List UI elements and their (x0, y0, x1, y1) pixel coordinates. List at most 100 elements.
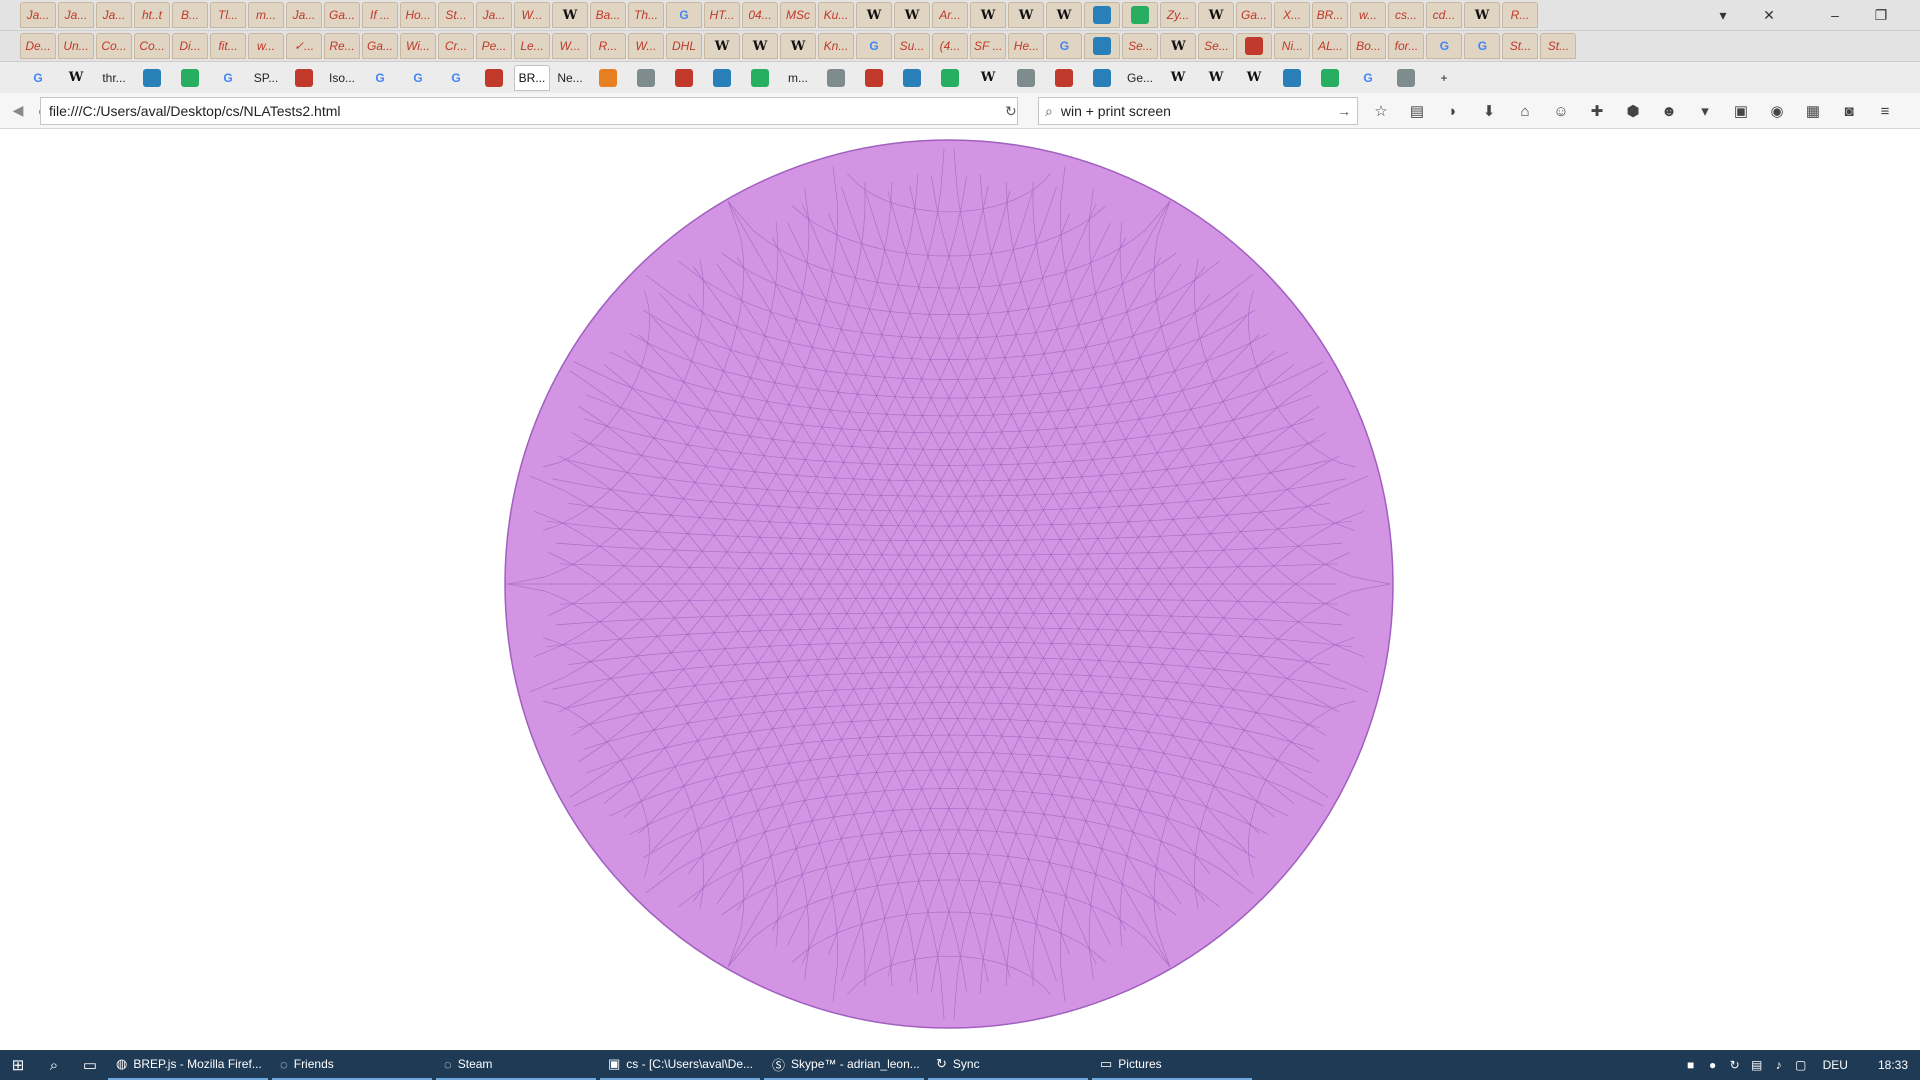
row1-tab-20[interactable]: MSc (780, 2, 816, 28)
row3-tab-10[interactable]: G (400, 65, 436, 91)
row1-tab-28[interactable] (1084, 2, 1120, 28)
row2-tab-7[interactable]: ✓... (286, 33, 322, 59)
row3-tab-34[interactable] (1312, 65, 1348, 91)
row3-tab-24[interactable] (932, 65, 968, 91)
row3-tab-22[interactable] (856, 65, 892, 91)
row1-tab-31[interactable]: W (1198, 2, 1234, 28)
row3-tab-26[interactable] (1008, 65, 1044, 91)
row1-tab-36[interactable]: cs... (1388, 2, 1424, 28)
row2-tab-36[interactable]: for... (1388, 33, 1425, 59)
row2-tab-21[interactable]: Kn... (818, 33, 854, 59)
row1-tab-10[interactable]: Ho... (400, 2, 436, 28)
clock[interactable]: 18:33 (1878, 1058, 1908, 1072)
row3-tab-4[interactable] (172, 65, 208, 91)
row2-tab-25[interactable]: SF ... (970, 33, 1007, 59)
row2-tab-13[interactable]: Le... (514, 33, 550, 59)
tab-list-dropdown-icon[interactable]: ▾ (1700, 7, 1746, 24)
note-icon[interactable]: ▣ (1728, 102, 1754, 120)
row2-tab-6[interactable]: w... (248, 33, 284, 59)
row3-tab-36[interactable] (1388, 65, 1424, 91)
row1-tab-15[interactable]: Ba... (590, 2, 626, 28)
taskbar-app-0[interactable]: ◍ BREP.js - Mozilla Firef... (108, 1050, 268, 1080)
restore-button[interactable]: ❐ (1858, 7, 1904, 24)
row1-tab-2[interactable]: Ja... (96, 2, 132, 28)
row1-tab-12[interactable]: Ja... (476, 2, 512, 28)
chat-icon[interactable]: ☺ (1548, 103, 1574, 120)
row2-tab-2[interactable]: Co... (96, 33, 132, 59)
row3-tab-14[interactable]: Ne... (552, 65, 588, 91)
row3-tab-18[interactable] (704, 65, 740, 91)
row3-tab-16[interactable] (628, 65, 664, 91)
row3-tab-5[interactable]: G (210, 65, 246, 91)
row2-tab-35[interactable]: Bo... (1350, 33, 1387, 59)
row1-tab-6[interactable]: m... (248, 2, 284, 28)
row2-tab-8[interactable]: Re... (324, 33, 360, 59)
row1-tab-5[interactable]: Tl... (210, 2, 246, 28)
row2-tab-12[interactable]: Pe... (476, 33, 512, 59)
row3-tab-35[interactable]: G (1350, 65, 1386, 91)
row1-tab-11[interactable]: St... (438, 2, 474, 28)
download-icon[interactable]: ⬇ (1476, 102, 1502, 120)
row1-tab-26[interactable]: W (1008, 2, 1044, 28)
row1-tab-14[interactable]: W (552, 2, 588, 28)
search-go-icon[interactable]: → (1337, 103, 1351, 119)
row2-tab-30[interactable]: W (1160, 33, 1197, 59)
close-window-button[interactable]: ✕ (1904, 7, 1920, 24)
url-bar[interactable]: file:///C:/Users/aval/Desktop/cs/NLATest… (40, 97, 1018, 125)
row3-tab-29[interactable]: Ge... (1122, 65, 1158, 91)
row3-tab-32[interactable]: W (1236, 65, 1272, 91)
row3-tab-11[interactable]: G (438, 65, 474, 91)
speaker-icon[interactable]: ♪ (1771, 1058, 1787, 1072)
row1-tab-32[interactable]: Ga... (1236, 2, 1272, 28)
row1-tab-33[interactable]: X... (1274, 2, 1310, 28)
taskbar-app-4[interactable]: Ⓢ Skype™ - adrian_leon... (764, 1050, 924, 1080)
row1-tab-1[interactable]: Ja... (58, 2, 94, 28)
row1-tab-22[interactable]: W (856, 2, 892, 28)
row2-tab-27[interactable]: G (1046, 33, 1083, 59)
row1-tab-18[interactable]: HT... (704, 2, 740, 28)
row1-tab-23[interactable]: W (894, 2, 930, 28)
row2-tab-20[interactable]: W (780, 33, 816, 59)
row3-tab-28[interactable] (1084, 65, 1120, 91)
row2-tab-37[interactable]: G (1426, 33, 1463, 59)
language-indicator[interactable]: DEU (1823, 1058, 1848, 1072)
row1-tab-17[interactable]: G (666, 2, 702, 28)
tray-icon-h[interactable]: ■ (1683, 1058, 1699, 1072)
row1-tab-7[interactable]: Ja... (286, 2, 322, 28)
row1-tab-30[interactable]: Zy... (1160, 2, 1196, 28)
qr-icon[interactable]: ▦ (1800, 102, 1826, 120)
row2-tab-33[interactable]: Ni... (1274, 33, 1311, 59)
row2-tab-11[interactable]: Cr... (438, 33, 474, 59)
row3-tab-19[interactable] (742, 65, 778, 91)
row3-tab-0[interactable]: G (20, 65, 56, 91)
clipboard-icon[interactable]: ▤ (1404, 102, 1430, 120)
row3-tab-20[interactable]: m... (780, 65, 816, 91)
abp-icon[interactable]: ⬢ (1620, 102, 1646, 120)
row1-tab-4[interactable]: B... (172, 2, 208, 28)
close-tab-icon[interactable]: ✕ (1746, 7, 1792, 24)
row1-tab-13[interactable]: W... (514, 2, 550, 28)
row2-tab-16[interactable]: W... (628, 33, 664, 59)
row3-tab-33[interactable] (1274, 65, 1310, 91)
row1-tab-3[interactable]: ht..t (134, 2, 170, 28)
sync-tray-icon[interactable]: ↻ (1727, 1058, 1743, 1072)
taskbar-app-5[interactable]: ↻ Sync (928, 1050, 1088, 1080)
camera-icon[interactable]: ◙ (1836, 103, 1862, 120)
row2-tab-40[interactable]: St... (1540, 33, 1577, 59)
new-tab-button[interactable]: + (1426, 65, 1462, 91)
row2-tab-10[interactable]: Wi... (400, 33, 436, 59)
row1-tab-25[interactable]: W (970, 2, 1006, 28)
tray-icon-app[interactable]: ● (1705, 1058, 1721, 1072)
row2-tab-1[interactable]: Un... (58, 33, 94, 59)
minimize-button[interactable]: – (1812, 7, 1858, 23)
row3-tab-9[interactable]: G (362, 65, 398, 91)
row3-tab-13[interactable]: BR... (514, 64, 550, 91)
row2-tab-18[interactable]: W (704, 33, 740, 59)
notification-icon[interactable]: ▢ (1793, 1058, 1809, 1072)
reload-icon[interactable]: ↻ (1005, 103, 1017, 120)
taskbar-app-2[interactable]: ◌ Steam (436, 1050, 596, 1080)
row3-tab-31[interactable]: W (1198, 65, 1234, 91)
row1-tab-24[interactable]: Ar... (932, 2, 968, 28)
row2-tab-31[interactable]: Se... (1198, 33, 1235, 59)
row1-tab-27[interactable]: W (1046, 2, 1082, 28)
